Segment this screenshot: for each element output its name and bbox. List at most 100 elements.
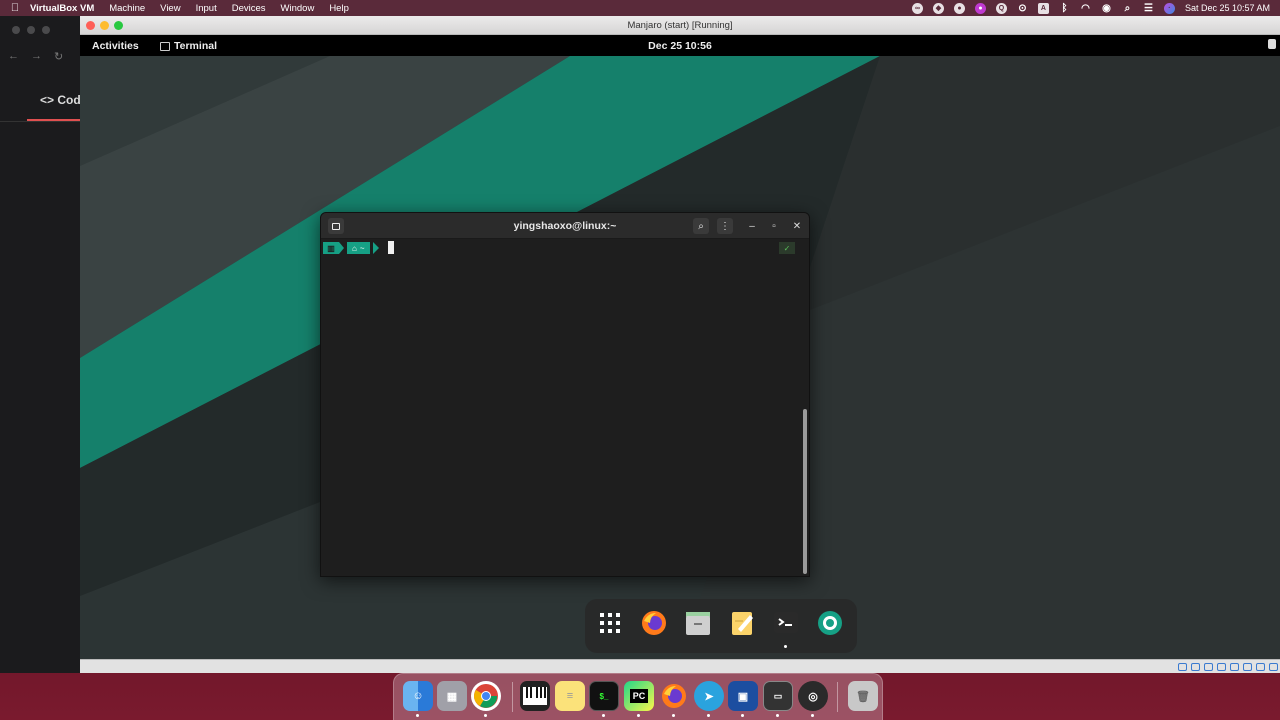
- obs-icon: ◎: [808, 690, 818, 703]
- virtualbox-icon: ▣: [737, 690, 749, 703]
- firefox-icon: [642, 611, 666, 635]
- app-icon[interactable]: ●: [974, 2, 986, 14]
- apple-menu-icon[interactable]: : [0, 2, 30, 14]
- background-browser-window: ← → ↻ <> Cod: [0, 16, 82, 673]
- wifi-icon[interactable]: ◠: [1080, 3, 1091, 14]
- dock-terminal[interactable]: $_: [589, 681, 619, 711]
- optical-drive-icon[interactable]: [1191, 663, 1200, 671]
- shared-folder-icon[interactable]: [1243, 663, 1252, 671]
- keyboard-icon[interactable]: [1269, 663, 1278, 671]
- gnome-clock[interactable]: Dec 25 10:56: [80, 40, 1280, 52]
- dock-launchpad[interactable]: ▦: [437, 681, 467, 711]
- running-indicator: [416, 714, 419, 717]
- launchpad-icon: ▦: [446, 690, 458, 703]
- dock-piano[interactable]: [520, 681, 550, 711]
- app-icon[interactable]: Q: [995, 2, 1007, 14]
- minimize-icon: –: [749, 220, 755, 232]
- siri-icon[interactable]: ·: [1163, 2, 1175, 14]
- bluetooth-icon[interactable]: ᛒ: [1059, 3, 1070, 14]
- hard-disk-icon[interactable]: [1178, 663, 1187, 671]
- menu-app-name[interactable]: VirtualBox VM: [30, 3, 94, 14]
- prompt-directory: ⌂ ~: [347, 242, 370, 254]
- vbox-statusbar: [80, 659, 1280, 673]
- dock-screen[interactable]: ▭: [763, 681, 793, 711]
- network-icon[interactable]: [1217, 663, 1226, 671]
- record-icon[interactable]: ⊙: [1017, 3, 1028, 14]
- dash-files[interactable]: [683, 608, 713, 638]
- dash-firefox[interactable]: [639, 608, 669, 638]
- terminal-icon: $_: [599, 691, 609, 701]
- menu-window[interactable]: Window: [281, 3, 315, 14]
- dock-chrome[interactable]: [471, 681, 501, 711]
- vbox-titlebar[interactable]: Manjaro (start) [Running]: [80, 16, 1280, 35]
- dock-telegram[interactable]: ➤: [694, 681, 724, 711]
- dock-pycharm[interactable]: PC: [624, 681, 654, 711]
- gnome-topbar: Activities Terminal Dec 25 10:56: [80, 35, 1280, 56]
- code-tab[interactable]: <> Cod: [40, 93, 81, 107]
- dash-screenshot[interactable]: [815, 608, 845, 638]
- status-ok-indicator: ✓: [779, 242, 795, 254]
- display-icon[interactable]: [1256, 663, 1265, 671]
- running-indicator: [484, 714, 487, 717]
- maximize-button[interactable]: ▫: [767, 218, 781, 234]
- close-button[interactable]: ✕: [790, 218, 804, 234]
- minimize-button[interactable]: [27, 26, 35, 34]
- menu-help[interactable]: Help: [329, 3, 349, 14]
- menu-machine[interactable]: Machine: [109, 3, 145, 14]
- scrollbar[interactable]: [803, 409, 807, 574]
- dash-terminal[interactable]: [771, 608, 801, 638]
- menu-devices[interactable]: Devices: [232, 3, 266, 14]
- firefox-icon: [662, 684, 686, 708]
- dock-firefox[interactable]: [659, 681, 689, 711]
- back-icon[interactable]: ←: [8, 50, 19, 63]
- dock-separator: [512, 682, 513, 712]
- user-icon[interactable]: ◉: [1101, 3, 1112, 14]
- divider: [0, 121, 82, 122]
- running-indicator: [707, 714, 710, 717]
- powerline-separator: [373, 242, 379, 254]
- dash-text-editor[interactable]: [727, 608, 757, 638]
- audio-icon[interactable]: [1204, 663, 1213, 671]
- dock-notes[interactable]: ≡: [555, 681, 585, 711]
- system-menu-icon[interactable]: [1268, 39, 1276, 49]
- text-editor-icon: [732, 612, 753, 635]
- terminal-body[interactable]: ▥ ⌂ ~ ✓: [321, 239, 809, 576]
- control-center-icon[interactable]: ☰: [1143, 3, 1154, 14]
- usb-icon[interactable]: [1230, 663, 1239, 671]
- gnome-dash: [585, 599, 857, 653]
- menubar-status-area: ∞ ◆ ● ● Q ⊙ A ᛒ ◠ ◉ ⌕ ☰ · Sat Dec 25 10:…: [911, 0, 1270, 16]
- virtualbox-window: Manjaro (start) [Running] Activities Ter…: [80, 16, 1280, 673]
- text-cursor: [388, 241, 394, 254]
- menubar-clock[interactable]: Sat Dec 25 10:57 AM: [1185, 3, 1270, 13]
- show-apps-button[interactable]: [595, 608, 625, 638]
- minimize-button[interactable]: –: [745, 218, 759, 234]
- running-indicator: [776, 714, 779, 717]
- powerline-separator: [339, 242, 344, 254]
- terminal-headerbar[interactable]: yingshaoxo@linux:~ ⌕ ⋮ – ▫ ✕: [321, 213, 809, 239]
- menu-input[interactable]: Input: [196, 3, 217, 14]
- mac-menubar:  VirtualBox VM Machine View Input Devic…: [0, 0, 1280, 16]
- zoom-button[interactable]: [42, 26, 50, 34]
- text-input-icon[interactable]: A: [1037, 2, 1049, 14]
- files-icon: [686, 612, 710, 635]
- camera-shutter-icon: [818, 611, 842, 635]
- menu-button[interactable]: ⋮: [717, 218, 733, 234]
- dock-obs[interactable]: ◎: [798, 681, 828, 711]
- running-indicator: [672, 714, 675, 717]
- search-button[interactable]: ⌕: [693, 218, 709, 234]
- dock-virtualbox[interactable]: ▣: [728, 681, 758, 711]
- reload-icon[interactable]: ↻: [54, 50, 63, 63]
- dropbox-icon[interactable]: ◆: [932, 2, 944, 14]
- dock-finder[interactable]: ☺: [403, 681, 433, 711]
- app-grid-icon: [600, 613, 620, 633]
- close-button[interactable]: [12, 26, 20, 34]
- running-indicator: [741, 714, 744, 717]
- forward-icon[interactable]: →: [31, 50, 42, 63]
- search-icon[interactable]: ⌕: [1122, 3, 1133, 14]
- dock-trash[interactable]: 🗑: [848, 681, 878, 711]
- creative-cloud-icon[interactable]: ∞: [911, 2, 923, 14]
- notes-icon: ≡: [566, 690, 574, 702]
- app-icon[interactable]: ●: [953, 2, 965, 14]
- new-tab-button[interactable]: [328, 218, 344, 234]
- menu-view[interactable]: View: [160, 3, 180, 14]
